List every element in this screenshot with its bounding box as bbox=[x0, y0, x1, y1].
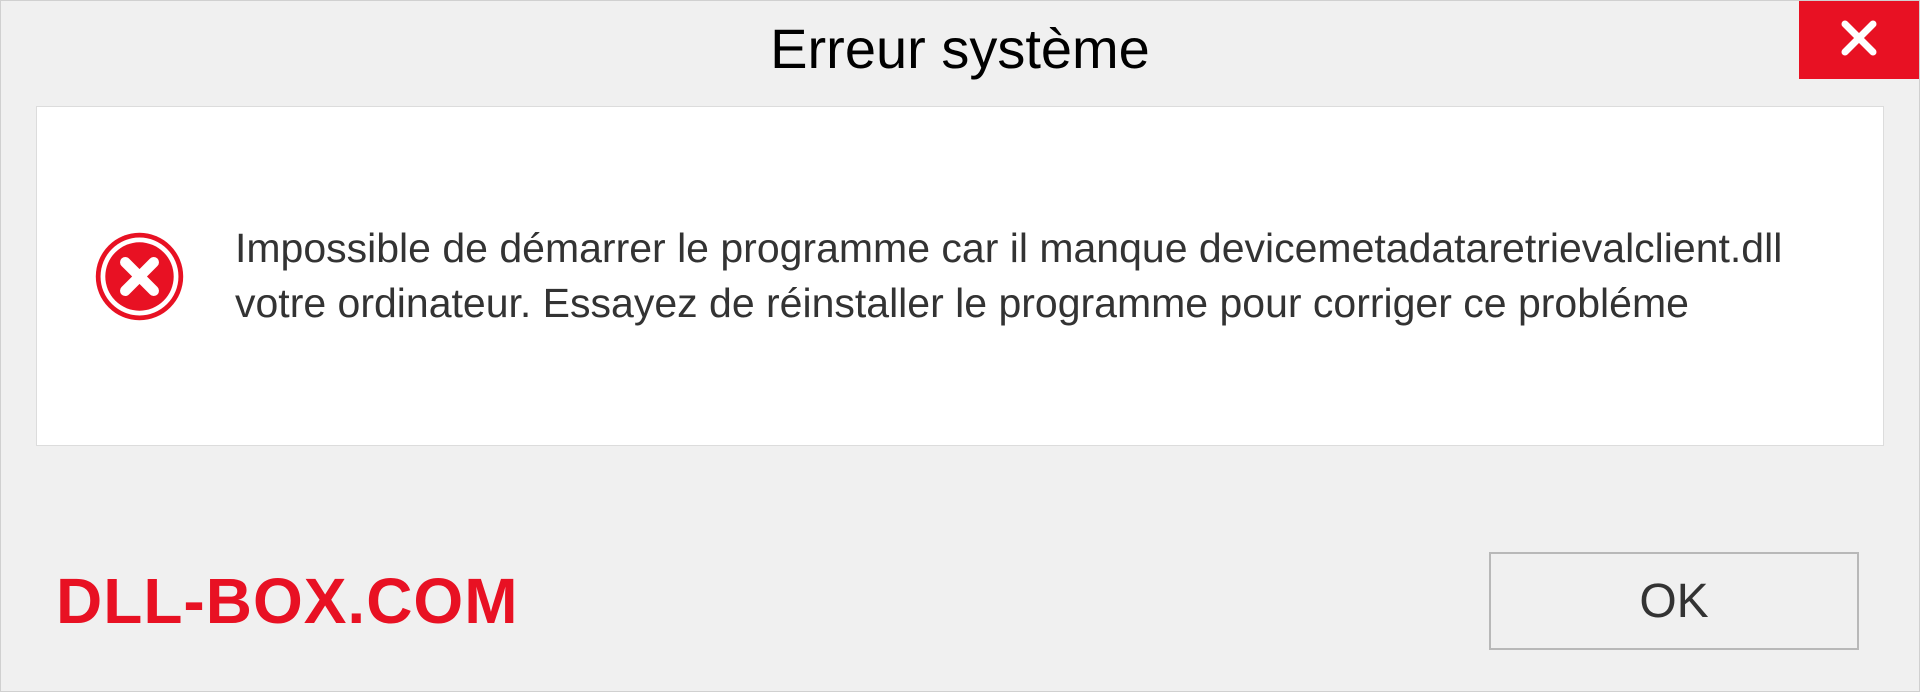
content-panel: Impossible de démarrer le programme car … bbox=[36, 106, 1884, 446]
watermark-text: DLL-BOX.COM bbox=[56, 564, 519, 638]
close-icon bbox=[1838, 17, 1880, 64]
error-message: Impossible de démarrer le programme car … bbox=[235, 221, 1828, 332]
error-icon bbox=[92, 229, 187, 324]
ok-button[interactable]: OK bbox=[1489, 552, 1859, 650]
error-dialog: Erreur système Impossible de démarrer le… bbox=[0, 0, 1920, 692]
titlebar: Erreur système bbox=[1, 1, 1919, 96]
dialog-footer: DLL-BOX.COM OK bbox=[1, 511, 1919, 691]
dialog-title: Erreur système bbox=[770, 16, 1150, 81]
close-button[interactable] bbox=[1799, 1, 1919, 79]
